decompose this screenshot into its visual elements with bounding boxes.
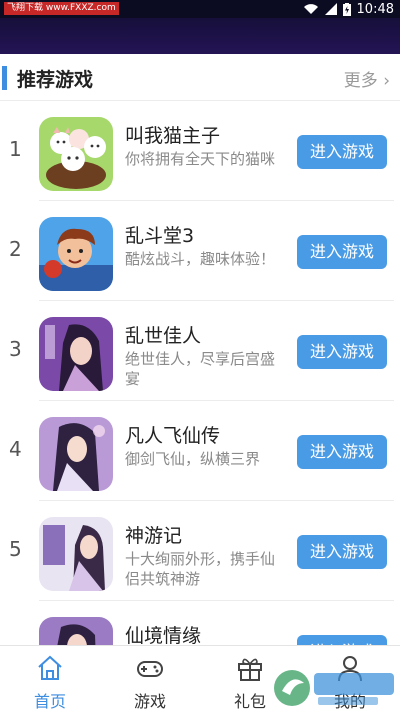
- game-rank: 5: [9, 537, 22, 561]
- game-row[interactable]: 3 乱世佳人 绝世佳人，尽享后宫盛宴 进入游戏: [0, 301, 400, 401]
- game-name: 乱世佳人: [125, 325, 202, 347]
- game-list: 1 叫我猫主子 你将拥有全天下的猫咪 进入游戏 2 乱斗堂3 酷炫战斗，趣味体验…: [0, 101, 400, 701]
- game-rank: 1: [9, 137, 22, 161]
- carrier-label: 飞翔下载 www.FXXZ.com: [4, 2, 119, 15]
- gamepad-icon: [137, 661, 163, 677]
- tab-games[interactable]: 游戏: [100, 646, 200, 715]
- section-accent-bar: [2, 66, 7, 90]
- section-header: 推荐游戏 更多 ›: [0, 54, 400, 101]
- chevron-right-icon: ›: [383, 71, 390, 91]
- game-name: 乱斗堂3: [125, 225, 195, 247]
- game-rank: 4: [9, 437, 22, 461]
- tab-home[interactable]: 首页: [0, 646, 100, 715]
- game-row[interactable]: 4 凡人飞仙传 御剑飞仙，纵横三界 进入游戏: [0, 401, 400, 501]
- enter-game-button[interactable]: 进入游戏: [297, 335, 387, 369]
- watermark-logo: [274, 670, 394, 706]
- game-row[interactable]: 1 叫我猫主子 你将拥有全天下的猫咪 进入游戏: [0, 101, 400, 201]
- tab-label: 游戏: [133, 692, 166, 711]
- battery-icon: [342, 2, 351, 16]
- app-header: [0, 18, 400, 54]
- enter-game-button[interactable]: 进入游戏: [297, 135, 387, 169]
- more-link[interactable]: 更多 ›: [344, 66, 390, 91]
- game-description: 御剑飞仙，纵横三界: [125, 450, 261, 468]
- fighter-game-icon[interactable]: [39, 217, 113, 291]
- clock: 10:48: [356, 1, 394, 17]
- journey-game-icon[interactable]: [39, 517, 113, 591]
- enter-game-button[interactable]: 进入游戏: [297, 235, 387, 269]
- more-label: 更多: [343, 71, 378, 91]
- game-description: 你将拥有全天下的猫咪: [125, 150, 276, 168]
- status-icons: 10:48: [303, 1, 394, 17]
- game-name: 凡人飞仙传: [125, 425, 221, 447]
- game-description: 十大绚丽外形，携手仙侣共筑神游: [125, 550, 276, 588]
- game-description: 酷炫战斗，趣味体验！: [125, 250, 276, 268]
- game-row[interactable]: 5 神游记 十大绚丽外形，携手仙侣共筑神游 进入游戏: [0, 501, 400, 601]
- game-rank: 3: [9, 337, 22, 361]
- enter-game-button[interactable]: 进入游戏: [297, 435, 387, 469]
- tab-label: 首页: [33, 692, 66, 711]
- game-name: 神游记: [125, 525, 183, 547]
- signal-icon: [324, 3, 337, 15]
- game-name: 仙境情缘: [125, 625, 202, 647]
- game-row[interactable]: 2 乱斗堂3 酷炫战斗，趣味体验！ 进入游戏: [0, 201, 400, 301]
- enter-game-button[interactable]: 进入游戏: [297, 535, 387, 569]
- gift-icon: [238, 658, 262, 681]
- beauty-game-icon[interactable]: [39, 317, 113, 391]
- home-icon: [38, 655, 62, 680]
- status-bar: 飞翔下载 www.FXXZ.com 10:48: [0, 0, 400, 18]
- section-title: 推荐游戏: [17, 69, 94, 91]
- game-description: 绝世佳人，尽享后宫盛宴: [125, 350, 276, 388]
- game-name: 叫我猫主子: [125, 125, 221, 147]
- game-rank: 2: [9, 237, 22, 261]
- immortal-game-icon[interactable]: [39, 417, 113, 491]
- cat-game-icon[interactable]: [39, 117, 113, 191]
- wifi-icon: [303, 4, 318, 14]
